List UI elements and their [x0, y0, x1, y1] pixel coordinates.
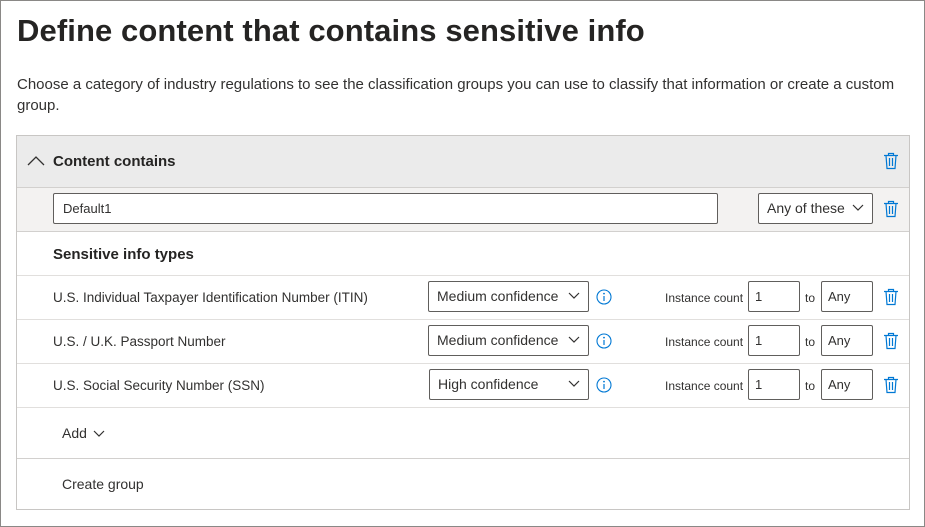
- instance-count-min-input[interactable]: [748, 325, 800, 356]
- confidence-value: Medium confidence: [437, 288, 559, 304]
- sensitive-type-row: U.S. / U.K. Passport Number Medium confi…: [17, 320, 909, 364]
- dialog-frame: Define content that contains sensitive i…: [0, 0, 925, 527]
- chevron-down-icon: [568, 336, 580, 343]
- trash-icon[interactable]: [883, 200, 899, 218]
- sensitive-type-name: U.S. Individual Taxpayer Identification …: [53, 290, 368, 305]
- create-group-button[interactable]: Create group: [62, 476, 144, 492]
- match-mode-value: Any of these: [767, 200, 845, 216]
- match-mode-dropdown[interactable]: Any of these: [758, 193, 873, 224]
- instance-count-min-input[interactable]: [748, 281, 800, 312]
- confidence-dropdown[interactable]: High confidence: [429, 369, 589, 400]
- add-button[interactable]: Add: [62, 425, 105, 441]
- group-name-input[interactable]: [53, 193, 718, 224]
- sensitive-type-row: U.S. Individual Taxpayer Identification …: [17, 276, 909, 320]
- confidence-value: Medium confidence: [437, 332, 559, 348]
- chevron-down-icon: [93, 430, 105, 438]
- trash-icon[interactable]: [883, 288, 899, 306]
- add-row: Add: [17, 408, 909, 459]
- page-description: Choose a category of industry regulation…: [17, 76, 895, 114]
- trash-icon[interactable]: [883, 376, 899, 394]
- chevron-down-icon: [568, 380, 580, 387]
- add-button-label: Add: [62, 425, 87, 441]
- group-header: Content contains: [17, 136, 909, 188]
- instance-count-label: Instance count: [665, 335, 744, 349]
- instance-count-label: Instance count: [665, 291, 744, 305]
- group-header-title: Content contains: [53, 153, 176, 170]
- info-icon[interactable]: [596, 333, 612, 349]
- trash-icon[interactable]: [883, 152, 899, 170]
- info-icon[interactable]: [596, 289, 612, 305]
- chevron-up-icon[interactable]: [27, 154, 45, 168]
- instance-count-max-input[interactable]: [821, 325, 873, 356]
- confidence-value: High confidence: [438, 376, 539, 392]
- confidence-dropdown[interactable]: Medium confidence: [428, 325, 589, 356]
- to-label: to: [805, 291, 816, 305]
- instance-count-min-input[interactable]: [748, 369, 800, 400]
- chevron-down-icon: [852, 204, 864, 211]
- page-title: Define content that contains sensitive i…: [17, 13, 645, 48]
- sensitive-type-name: U.S. / U.K. Passport Number: [53, 334, 226, 349]
- condition-group-panel: Content contains Any of these Sensitive …: [16, 135, 910, 510]
- sensitive-type-name: U.S. Social Security Number (SSN): [53, 378, 265, 393]
- sensitive-info-types-header: Sensitive info types: [17, 232, 909, 276]
- to-label: to: [805, 335, 816, 349]
- chevron-down-icon: [568, 292, 580, 299]
- info-icon[interactable]: [596, 377, 612, 393]
- group-name-row: Any of these: [17, 188, 909, 232]
- instance-count-max-input[interactable]: [821, 281, 873, 312]
- sensitive-type-row: U.S. Social Security Number (SSN) High c…: [17, 364, 909, 408]
- instance-count-max-input[interactable]: [821, 369, 873, 400]
- trash-icon[interactable]: [883, 332, 899, 350]
- section-label: Sensitive info types: [53, 246, 194, 263]
- to-label: to: [805, 379, 816, 393]
- confidence-dropdown[interactable]: Medium confidence: [428, 281, 589, 312]
- instance-count-label: Instance count: [665, 379, 744, 393]
